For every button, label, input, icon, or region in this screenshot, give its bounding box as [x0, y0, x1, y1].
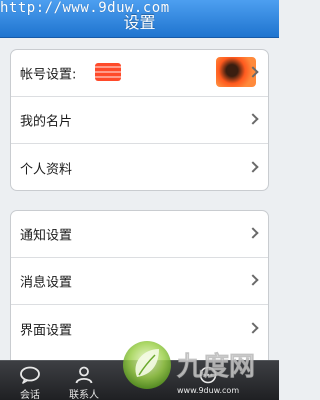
row-message-settings[interactable]: 消息设置 — [11, 258, 268, 305]
row-profile[interactable]: 个人资料 — [11, 144, 268, 190]
row-account-settings[interactable]: 帐号设置: — [11, 50, 268, 97]
logo-text: 九度网 — [176, 351, 255, 382]
row-my-card[interactable]: 我的名片 — [11, 97, 268, 144]
title-bar: http://www.9duw.com 设置 — [0, 0, 279, 38]
tab-label: 联系人 — [69, 390, 99, 400]
settings-group-account: 帐号设置: 我的名片 个人资料 — [10, 49, 269, 191]
row-label: 通知设置 — [20, 228, 73, 244]
tab-chats[interactable]: 会话 — [2, 361, 58, 400]
row-label: 界面设置 — [20, 323, 73, 338]
redacted-account-name — [95, 63, 121, 81]
tab-contacts[interactable]: 联系人 — [56, 361, 112, 400]
person-icon — [75, 366, 93, 384]
page-title: 设置 — [123, 13, 156, 32]
chevron-right-icon — [247, 274, 259, 286]
chat-bubble-icon — [20, 366, 40, 384]
chevron-right-icon — [247, 113, 259, 125]
chevron-right-icon — [247, 227, 259, 239]
row-label: 消息设置 — [20, 275, 73, 291]
tab-label: 会话 — [20, 390, 40, 400]
row-notification-settings[interactable]: 通知设置 — [11, 211, 268, 258]
row-label: 帐号设置: — [20, 67, 77, 83]
logo-url: www.9duw.com — [177, 386, 239, 395]
chevron-right-icon — [247, 321, 259, 334]
row-label: 我的名片 — [20, 114, 73, 130]
row-label: 个人资料 — [20, 162, 73, 177]
watermark-logo: 九度网 www.9duw.com — [123, 341, 255, 395]
chevron-right-icon — [247, 160, 259, 173]
